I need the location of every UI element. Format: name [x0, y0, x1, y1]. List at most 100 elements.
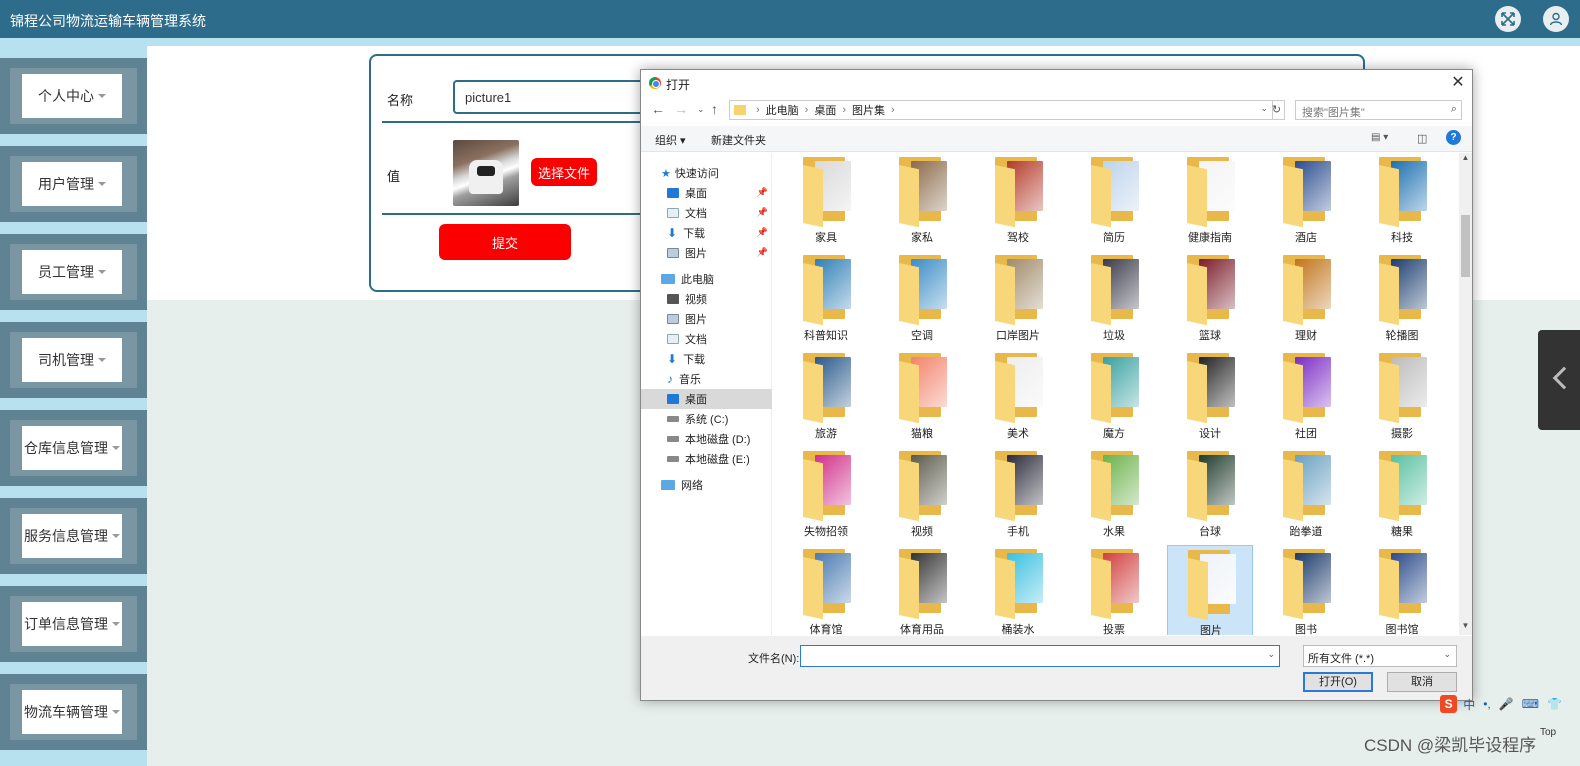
- name-input[interactable]: [453, 80, 653, 114]
- sidebar-item-service[interactable]: 服务信息管理: [0, 498, 147, 574]
- folder-item[interactable]: 家具: [783, 153, 869, 249]
- nav-item-downloads-pc[interactable]: ⬇ 下载: [641, 349, 772, 369]
- folder-item[interactable]: 垃圾: [1071, 251, 1157, 347]
- nav-item-videos[interactable]: 视频: [641, 289, 772, 309]
- file-type-select[interactable]: 所有文件 (*.*) ⌄: [1303, 645, 1457, 667]
- sidebar-item-employees[interactable]: 员工管理: [0, 234, 147, 310]
- top-link[interactable]: Top: [1540, 727, 1556, 738]
- organize-button[interactable]: 组织 ▾: [655, 132, 686, 148]
- sidebar-button[interactable]: 仓库信息管理: [22, 426, 122, 470]
- folder-item[interactable]: 酒店: [1263, 153, 1349, 249]
- sidebar-item-orders[interactable]: 订单信息管理: [0, 586, 147, 662]
- cancel-button[interactable]: 取消: [1387, 672, 1457, 692]
- chevron-down-icon[interactable]: ⌄: [1260, 103, 1268, 114]
- sidebar-button[interactable]: 物流车辆管理: [22, 690, 122, 734]
- sidebar-item-personal-center[interactable]: 个人中心: [0, 58, 147, 134]
- punctuation-icon[interactable]: •,: [1483, 697, 1491, 711]
- choose-file-button[interactable]: 选择文件: [531, 158, 597, 186]
- sidebar-item-warehouse[interactable]: 仓库信息管理: [0, 410, 147, 486]
- ime-mode-toggle[interactable]: 中: [1463, 696, 1475, 713]
- nav-item-drive-c[interactable]: 系统 (C:): [641, 409, 772, 429]
- sogou-logo-icon[interactable]: S: [1440, 695, 1458, 713]
- folder-item[interactable]: 体育用品: [879, 545, 965, 635]
- folder-item[interactable]: 桶装水: [975, 545, 1061, 635]
- folder-item[interactable]: 驾校: [975, 153, 1061, 249]
- nav-item-quick-access[interactable]: ★ 快速访问: [641, 163, 772, 183]
- nav-item-documents-pc[interactable]: 文档: [641, 329, 772, 349]
- sidebar-button[interactable]: 司机管理: [22, 338, 122, 382]
- up-arrow-icon[interactable]: ↑: [711, 101, 718, 117]
- nav-item-this-pc[interactable]: 此电脑: [641, 269, 772, 289]
- nav-item-documents[interactable]: 文档 📌: [641, 203, 772, 223]
- folder-item[interactable]: 空调: [879, 251, 965, 347]
- folder-item[interactable]: 健康指南: [1167, 153, 1253, 249]
- folder-item[interactable]: 旅游: [783, 349, 869, 445]
- folder-item[interactable]: 科普知识: [783, 251, 869, 347]
- microphone-icon[interactable]: 🎤: [1499, 697, 1514, 711]
- recent-dropdown-icon[interactable]: ⌄: [697, 104, 705, 115]
- folder-item[interactable]: 篮球: [1167, 251, 1253, 347]
- open-button[interactable]: 打开(O): [1303, 672, 1373, 692]
- folder-item[interactable]: 理财: [1263, 251, 1349, 347]
- folder-item[interactable]: 失物招领: [783, 447, 869, 543]
- fullscreen-icon[interactable]: [1495, 6, 1521, 32]
- folder-item[interactable]: 体育馆: [783, 545, 869, 635]
- folder-item[interactable]: 图片: [1167, 545, 1253, 635]
- nav-item-drive-d[interactable]: 本地磁盘 (D:): [641, 429, 772, 449]
- sidebar-item-users[interactable]: 用户管理: [0, 146, 147, 222]
- sidebar-button[interactable]: 订单信息管理: [22, 602, 122, 646]
- back-arrow-icon[interactable]: ←: [651, 101, 665, 117]
- new-folder-button[interactable]: 新建文件夹: [711, 132, 766, 148]
- folder-item[interactable]: 轮播图: [1359, 251, 1445, 347]
- breadcrumb-item[interactable]: 图片集: [852, 102, 885, 118]
- refresh-icon[interactable]: ↻: [1269, 100, 1285, 120]
- close-icon[interactable]: ✕: [1449, 74, 1467, 92]
- forward-arrow-icon[interactable]: →: [674, 101, 688, 117]
- folder-item[interactable]: 设计: [1167, 349, 1253, 445]
- folder-item[interactable]: 糖果: [1359, 447, 1445, 543]
- search-input[interactable]: 搜索"图片集" ⌕: [1295, 100, 1462, 120]
- scroll-down-icon[interactable]: ▼: [1459, 621, 1472, 635]
- address-bar[interactable]: › 此电脑 › 桌面 › 图片集 › ⌄: [729, 100, 1273, 120]
- submit-button[interactable]: 提交: [439, 224, 571, 260]
- folder-item[interactable]: 图书: [1263, 545, 1349, 635]
- folder-item[interactable]: 水果: [1071, 447, 1157, 543]
- help-icon[interactable]: ?: [1446, 130, 1461, 145]
- nav-item-desktop[interactable]: 桌面 📌: [641, 183, 772, 203]
- sidebar-button[interactable]: 用户管理: [22, 162, 122, 206]
- nav-item-network[interactable]: 网络: [641, 475, 772, 495]
- sidebar-button[interactable]: 员工管理: [22, 250, 122, 294]
- folder-item[interactable]: 简历: [1071, 153, 1157, 249]
- folder-item[interactable]: 家私: [879, 153, 965, 249]
- skin-icon[interactable]: 👕: [1547, 697, 1562, 711]
- folder-item[interactable]: 视频: [879, 447, 965, 543]
- folder-item[interactable]: 台球: [1167, 447, 1253, 543]
- breadcrumb-item[interactable]: 此电脑: [766, 102, 799, 118]
- folder-item[interactable]: 社团: [1263, 349, 1349, 445]
- scroll-up-icon[interactable]: ▲: [1459, 153, 1472, 167]
- nav-item-downloads[interactable]: ⬇ 下载 📌: [641, 223, 772, 243]
- folder-item[interactable]: 投票: [1071, 545, 1157, 635]
- view-options-icon[interactable]: ▤ ▾: [1371, 132, 1388, 143]
- folder-item[interactable]: 口岸图片: [975, 251, 1061, 347]
- sidebar-button[interactable]: 服务信息管理: [22, 514, 122, 558]
- nav-item-pictures[interactable]: 图片 📌: [641, 243, 772, 263]
- scroll-thumb[interactable]: [1461, 215, 1470, 277]
- nav-item-pictures-pc[interactable]: 图片: [641, 309, 772, 329]
- nav-item-music[interactable]: ♪ 音乐: [641, 369, 772, 389]
- sidebar-button[interactable]: 个人中心: [22, 74, 122, 118]
- collapse-handle[interactable]: [1538, 330, 1580, 430]
- breadcrumb-item[interactable]: 桌面: [814, 102, 836, 118]
- folder-item[interactable]: 魔方: [1071, 349, 1157, 445]
- folder-item[interactable]: 科技: [1359, 153, 1445, 249]
- keyboard-icon[interactable]: ⌨: [1522, 697, 1539, 711]
- chevron-down-icon[interactable]: ⌄: [1267, 649, 1275, 660]
- folder-item[interactable]: 跆拳道: [1263, 447, 1349, 543]
- user-icon[interactable]: [1543, 6, 1569, 32]
- folder-item[interactable]: 图书馆: [1359, 545, 1445, 635]
- sidebar-item-vehicles[interactable]: 物流车辆管理: [0, 674, 147, 750]
- folder-item[interactable]: 猫粮: [879, 349, 965, 445]
- folder-item[interactable]: 摄影: [1359, 349, 1445, 445]
- preview-pane-icon[interactable]: ◫: [1417, 132, 1427, 145]
- nav-item-desktop-pc[interactable]: 桌面: [641, 389, 772, 409]
